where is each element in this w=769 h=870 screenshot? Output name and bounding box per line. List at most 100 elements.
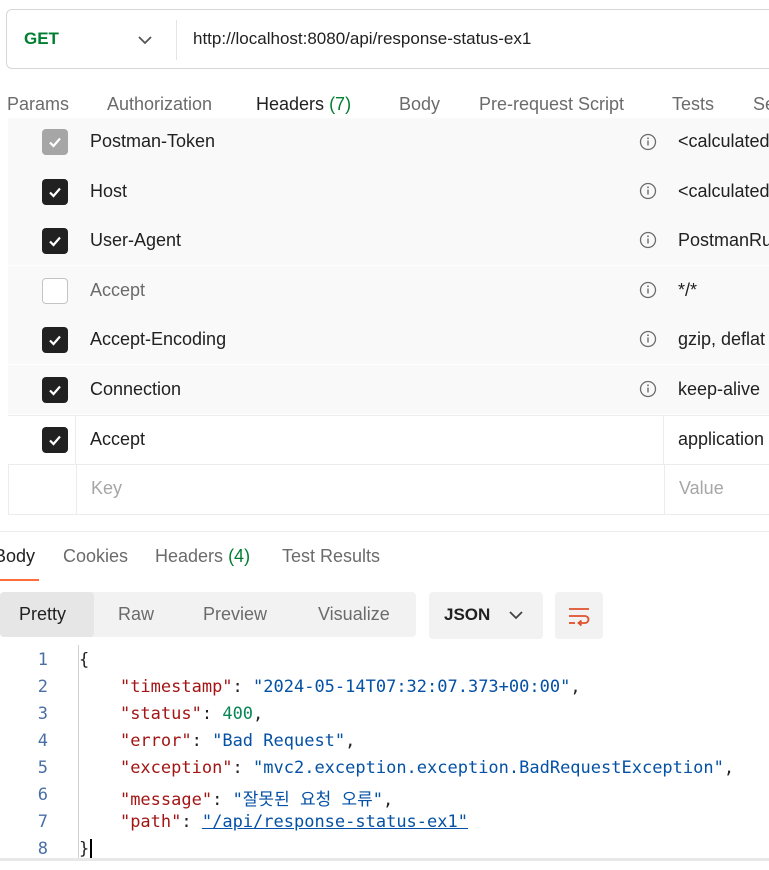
header-row: Postman-Token <calculated [8, 118, 769, 167]
header-key[interactable]: User-Agent [90, 230, 181, 251]
header-key[interactable]: Host [90, 181, 127, 202]
view-pretty[interactable]: Pretty [19, 604, 66, 625]
header-value[interactable]: */* [678, 280, 697, 301]
check-icon [49, 187, 61, 198]
wrap-lines-button[interactable] [555, 592, 603, 639]
column-divider [664, 465, 665, 514]
column-divider [76, 465, 77, 514]
info-icon[interactable] [639, 182, 657, 200]
tab-tests[interactable]: Tests [672, 94, 714, 115]
json-value: "잘못된 요청 오류" [232, 790, 383, 810]
info-icon[interactable] [639, 133, 657, 151]
view-visualize[interactable]: Visualize [318, 604, 390, 625]
view-raw[interactable]: Raw [118, 604, 154, 625]
view-preview[interactable]: Preview [203, 604, 267, 625]
header-checkbox[interactable] [42, 129, 68, 155]
view-mode-selector: Pretty Raw Preview Visualize [0, 592, 416, 637]
json-key: "error" [119, 731, 192, 751]
tab-response-headers[interactable]: Headers (4) [155, 546, 250, 567]
header-value[interactable]: application [678, 429, 764, 450]
wrap-lines-icon [569, 607, 590, 626]
header-row: Accept */* [8, 266, 769, 315]
chevron-down-icon[interactable] [135, 32, 155, 48]
json-key: "exception" [119, 758, 233, 778]
active-tab-indicator [0, 579, 39, 581]
tab-body[interactable]: Body [399, 94, 440, 115]
line-number: 2 [37, 677, 48, 697]
header-value[interactable]: keep-alive [678, 379, 760, 400]
header-row: Accept application [8, 415, 769, 464]
response-body-editor[interactable]: 1 2 3 4 5 6 7 8 { "timestamp": "2024-05-… [0, 645, 769, 865]
tab-authorization[interactable]: Authorization [107, 94, 212, 115]
header-checkbox[interactable] [42, 377, 68, 403]
json-brace: } [79, 839, 90, 859]
json-key: "message" [119, 790, 213, 810]
header-key[interactable]: Accept-Encoding [90, 329, 226, 350]
header-value[interactable]: gzip, deflat [678, 329, 765, 350]
line-number: 6 [37, 785, 48, 805]
header-key[interactable]: Accept [90, 429, 145, 450]
tab-response-headers-label: Headers [155, 546, 224, 566]
header-checkbox[interactable] [42, 327, 68, 353]
response-tabs: Body Cookies Headers (4) Test Results [0, 531, 769, 582]
check-icon [49, 236, 61, 247]
info-icon[interactable] [639, 380, 657, 398]
line-number: 3 [37, 704, 48, 724]
header-key[interactable]: Connection [90, 379, 181, 400]
header-value[interactable]: <calculated [678, 181, 769, 202]
line-number: 8 [37, 839, 48, 859]
check-icon [49, 335, 61, 346]
chevron-down-icon [509, 611, 523, 620]
tab-cookies[interactable]: Cookies [63, 546, 128, 567]
header-value[interactable]: PostmanRu [678, 230, 769, 251]
header-row: Connection keep-alive [8, 365, 769, 414]
code-line: } [79, 839, 93, 859]
tab-headers[interactable]: Headers (7) [256, 94, 351, 115]
line-number: 1 [37, 650, 48, 670]
tab-params[interactable]: Params [7, 94, 69, 115]
text-cursor [90, 839, 93, 859]
json-value: "2024-05-14T07:32:07.373+00:00" [253, 677, 571, 697]
header-row: Host <calculated [8, 167, 769, 216]
header-checkbox[interactable] [42, 179, 68, 205]
header-key[interactable]: Postman-Token [90, 131, 215, 152]
method-select[interactable]: GET [24, 29, 59, 49]
json-key: "status" [119, 704, 202, 724]
json-value: "mvc2.exception.exception.BadRequestExce… [253, 758, 724, 778]
new-header-value-input[interactable]: Value [679, 478, 724, 499]
format-select[interactable]: JSON [429, 592, 543, 639]
header-checkbox[interactable] [42, 228, 68, 254]
url-bar: GET http://localhost:8080/api/response-s… [6, 9, 769, 69]
tab-headers-count: (7) [329, 94, 352, 114]
tab-pre-request-script[interactable]: Pre-request Script [479, 94, 624, 115]
line-number: 7 [37, 812, 48, 832]
check-icon [49, 137, 61, 148]
info-icon[interactable] [639, 330, 657, 348]
new-header-key-input[interactable]: Key [91, 478, 122, 499]
url-input[interactable]: http://localhost:8080/api/response-statu… [193, 29, 531, 49]
line-number: 4 [37, 731, 48, 751]
tab-settings[interactable]: Se [753, 94, 769, 115]
tab-test-results[interactable]: Test Results [282, 546, 380, 567]
tab-response-body[interactable]: Body [0, 546, 35, 567]
code-line: "timestamp": "2024-05-14T07:32:07.373+00… [119, 677, 581, 697]
json-key: "path" [119, 812, 182, 832]
column-divider [75, 416, 76, 464]
column-divider [663, 416, 664, 464]
info-icon[interactable] [639, 231, 657, 249]
info-icon[interactable] [639, 281, 657, 299]
header-value[interactable]: <calculated [678, 131, 769, 152]
divider [176, 20, 177, 60]
json-value: "Bad Request" [212, 731, 346, 751]
header-key[interactable]: Accept [90, 280, 145, 301]
divider [0, 858, 769, 861]
header-row: User-Agent PostmanRu [8, 216, 769, 265]
new-header-row: Key Value [8, 464, 769, 515]
tab-response-headers-count: (4) [228, 546, 251, 566]
tab-headers-label: Headers [256, 94, 325, 114]
json-link-value[interactable]: "/api/response-status-ex1" [202, 812, 468, 832]
header-checkbox[interactable] [42, 427, 68, 453]
code-line: { [79, 650, 89, 670]
header-row: Accept-Encoding gzip, deflat [8, 315, 769, 364]
header-checkbox[interactable] [42, 278, 68, 304]
